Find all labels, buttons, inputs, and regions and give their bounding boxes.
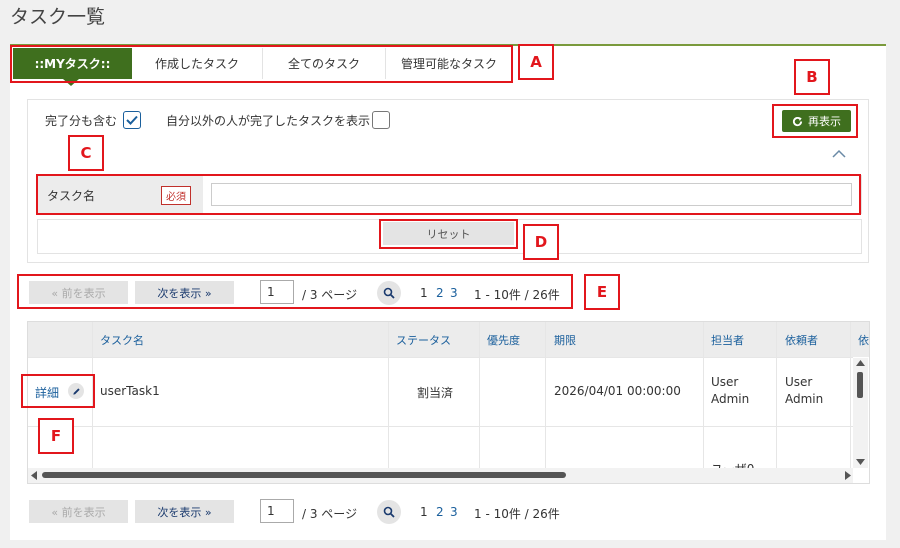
column-task-name[interactable]: タスク名 <box>100 332 144 348</box>
range-text-bottom: 1 - 10件 / 26件 <box>474 507 560 521</box>
column-overflow[interactable]: 依 <box>858 332 869 348</box>
scroll-up-icon[interactable] <box>856 360 865 366</box>
annotation-tag-b: B <box>794 59 830 95</box>
chevron-up-icon[interactable] <box>831 149 847 159</box>
include-completed-checkbox[interactable] <box>123 111 141 129</box>
annotation-tag-e: E <box>584 274 620 310</box>
horizontal-scroll-thumb[interactable] <box>42 472 566 478</box>
annotation-tag-c: C <box>68 135 104 171</box>
scroll-left-icon[interactable] <box>31 471 37 480</box>
annotation-box-e <box>17 274 573 309</box>
column-requester[interactable]: 依頼者 <box>785 332 818 348</box>
vertical-scroll-thumb[interactable] <box>857 372 863 398</box>
cell-status: 割当済 <box>417 386 454 400</box>
annotation-tag-a: A <box>518 44 554 80</box>
column-assignee[interactable]: 担当者 <box>711 332 744 348</box>
annotation-box-f <box>21 374 95 408</box>
annotation-tag-d: D <box>523 224 559 260</box>
include-completed-label: 完了分も含む <box>45 114 118 128</box>
cell-task-name: userTask1 <box>100 384 160 398</box>
next-page-button-bottom[interactable]: 次を表示 » <box>135 500 234 523</box>
column-status[interactable]: ステータス <box>396 332 451 348</box>
page-link-2-bottom[interactable]: 2 <box>436 505 444 519</box>
column-priority[interactable]: 優先度 <box>487 332 520 348</box>
cell-deadline: 2026/04/01 00:00:00 <box>554 384 681 398</box>
scroll-right-icon[interactable] <box>845 471 851 480</box>
page-number-input-bottom[interactable]: 1 <box>260 499 294 523</box>
show-others-completed-label: 自分以外の人が完了したタスクを表示 <box>166 114 371 128</box>
cell-partial-user: ユーザ0 <box>711 460 754 468</box>
prev-page-button-bottom[interactable]: « 前を表示 <box>29 500 128 523</box>
cell-requester: User Admin <box>785 375 824 406</box>
annotation-box-b <box>772 104 858 138</box>
column-deadline[interactable]: 期限 <box>554 332 576 348</box>
annotation-box-c <box>36 174 861 215</box>
search-icon <box>383 506 395 518</box>
scroll-down-icon[interactable] <box>856 459 865 465</box>
annotation-box-d <box>379 219 518 249</box>
page-link-3-bottom[interactable]: 3 <box>450 505 458 519</box>
cell-assignee: User Admin <box>711 375 750 406</box>
page-title: タスク一覧 <box>10 6 106 28</box>
annotation-box-a <box>10 45 513 83</box>
total-pages-text-bottom: / 3 ページ <box>302 507 358 521</box>
show-others-completed-checkbox[interactable] <box>372 111 390 129</box>
annotation-tag-f: F <box>38 418 74 454</box>
page-search-button-bottom[interactable] <box>377 500 401 524</box>
checkmark-icon <box>126 115 138 125</box>
page-link-1-bottom[interactable]: 1 <box>420 505 428 519</box>
